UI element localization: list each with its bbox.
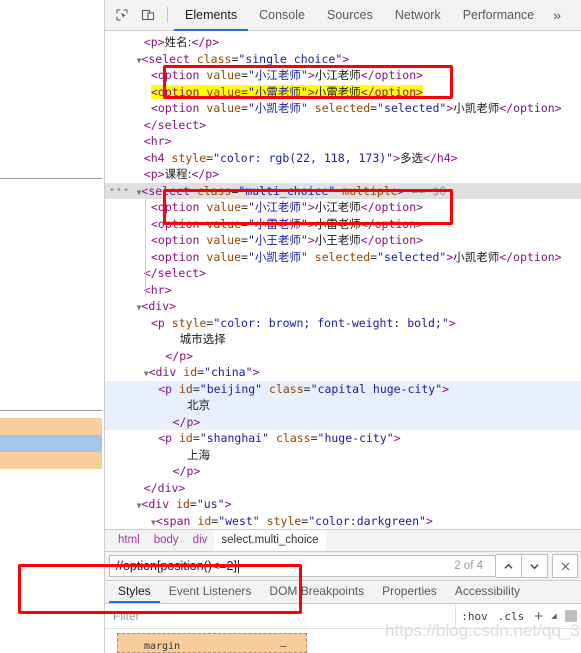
dom-node-line[interactable]: </p> [105,463,581,480]
dom-node-line[interactable]: </div> [105,480,581,497]
devtools-tabs: Elements Console Sources Network Perform… [174,0,545,31]
search-input[interactable]: //option[position()<=2] 2 of 4 [109,555,496,577]
tree-guide-line [145,199,146,297]
tab-sources[interactable]: Sources [316,0,384,31]
search-close-button[interactable] [552,554,578,578]
dom-node-line[interactable]: <p>姓名:</p> [105,34,581,51]
device-toolbar-glyph [141,9,155,21]
more-tabs-icon[interactable]: » [545,0,569,31]
dom-node-line[interactable]: <option value="小凯老师" selected="selected"… [105,249,581,266]
inspect-element-glyph [116,9,128,21]
search-bar: //option[position()<=2] 2 of 4 [105,551,581,581]
dom-node-line[interactable]: ▼<select class="single_choice"> [105,51,581,68]
device-toolbar-icon[interactable] [135,3,161,27]
devtools-toolbar: Elements Console Sources Network Perform… [105,0,581,31]
dom-node-line[interactable]: <option value="小王老师">小王老师</option> [105,232,581,249]
page-color-bar-0 [0,418,102,435]
dom-node-line[interactable]: </p> [105,413,581,430]
dom-node-line[interactable]: 城市选择 [105,331,581,348]
dom-node-line[interactable]: ▼<div id="us"> [105,496,581,513]
inspect-element-icon[interactable] [109,3,135,27]
search-result-count: 2 of 4 [454,560,483,572]
dom-node-line[interactable]: </p> [105,348,581,365]
page-color-bar-2 [0,452,102,469]
dom-node-line[interactable]: <p>课程:</p> [105,166,581,183]
box-model-margin-value: – [280,641,287,652]
dom-node-line[interactable]: <hr> [105,282,581,299]
dom-node-line[interactable]: <p id="beijing" class="capital huge-city… [105,380,581,397]
dom-node-line[interactable]: <hr> [105,133,581,150]
tab-console[interactable]: Console [248,0,316,31]
cls-button[interactable]: .cls [493,610,530,623]
dom-node-line[interactable]: <option value="小江老师">小江老师</option> [105,199,581,216]
devtools-panel: Elements Console Sources Network Perform… [104,0,581,653]
breadcrumb-item-3[interactable]: select.multi_choice [214,530,326,551]
tab-styles[interactable]: Styles [109,580,160,603]
tab-dom-breakpoints[interactable]: DOM Breakpoints [260,580,373,603]
search-input-value: //option[position()<=2] [116,559,237,573]
tab-elements[interactable]: Elements [174,0,249,31]
dom-node-line[interactable]: <option value="小江老师">小江老师</option> [105,67,581,84]
tab-performance[interactable]: Performance [452,0,546,31]
styles-pane: Styles Event Listeners DOM Breakpoints P… [105,581,581,653]
toolbar-divider [167,7,168,23]
tab-properties[interactable]: Properties [373,580,446,603]
dom-node-line[interactable]: ••• ▼<select class="multi_choice" multipl… [105,182,581,200]
breadcrumb-item-2[interactable]: div [186,530,215,551]
breadcrumb-item-0[interactable]: html [111,530,147,551]
new-style-rule-button[interactable]: + [529,608,548,625]
dom-node-line[interactable]: <h4 style="color: rgb(22, 118, 173)">多选<… [105,150,581,167]
tab-accessibility[interactable]: Accessibility [446,580,529,603]
dom-node-line[interactable]: <p style="color: brown; font-weight: bol… [105,315,581,332]
dom-node-line[interactable]: <option value="小雷老师">小雷老师</option> [105,216,581,233]
styles-tabs: Styles Event Listeners DOM Breakpoints P… [105,581,581,604]
dom-node-line[interactable]: </select> [105,117,581,134]
chevron-down-icon [530,563,539,569]
search-next-button[interactable] [522,554,548,578]
tab-event-listeners[interactable]: Event Listeners [160,580,261,603]
dom-node-line[interactable]: <option value="小雷老师">小雷老师</option> [105,84,581,101]
search-prev-button[interactable] [496,554,522,578]
underlying-web-page[interactable] [0,0,105,653]
hov-button[interactable]: :hov [456,610,493,623]
expand-ellipsis-icon[interactable]: ••• [109,183,130,200]
dom-node-line[interactable]: </select> [105,265,581,282]
styles-panel-resizer[interactable] [565,610,577,622]
page-color-bar-1 [0,435,102,452]
computed-sidebar-toggle-icon[interactable]: ◢ [548,609,560,623]
styles-filter-row: Filter :hov .cls + ◢ [105,604,581,629]
dom-node-line[interactable]: ▼<span id="west" style="color:darkgreen"… [105,513,581,530]
chevron-up-icon [504,563,513,569]
breadcrumb-item-1[interactable]: body [147,530,186,551]
dom-node-line[interactable]: <option value="小凯老师" selected="selected"… [105,100,581,117]
dom-node-line[interactable]: <p id="shanghai" class="huge-city"> [105,430,581,447]
dom-node-line[interactable]: ▼<div id="china"> [105,364,581,381]
breadcrumb: html body div select.multi_choice [105,529,581,551]
box-model-margin: margin – [117,633,307,653]
filter-input[interactable]: Filter [105,605,457,627]
tab-network[interactable]: Network [384,0,452,31]
text-caret [237,559,239,573]
close-icon [561,562,569,570]
dom-tree[interactable]: <p>姓名:</p> ▼<select class="single_choice"… [105,31,581,529]
page-divider-1 [0,410,102,411]
page-divider-0 [0,178,102,179]
dom-node-line[interactable]: 上海 [105,447,581,464]
dom-node-line[interactable]: 北京 [105,397,581,414]
box-model-margin-label: margin [144,641,181,652]
dom-node-line[interactable]: ▼<div> [105,298,581,315]
